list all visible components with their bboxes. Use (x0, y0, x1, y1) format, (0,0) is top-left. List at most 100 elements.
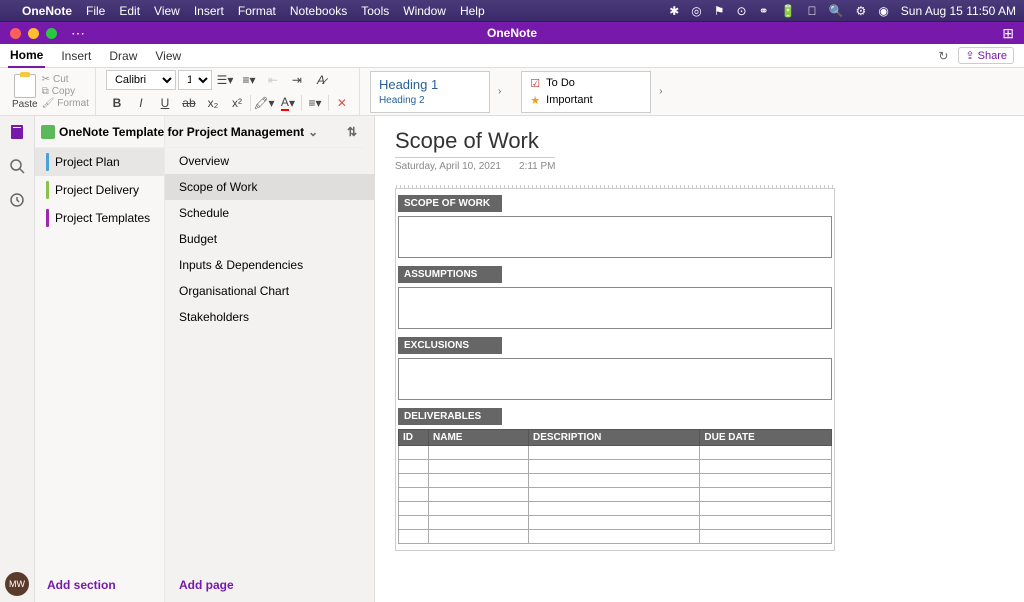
menu-tools[interactable]: Tools (361, 4, 389, 18)
table-cell[interactable] (529, 446, 700, 460)
status-icon[interactable]: ⊙ (737, 4, 747, 18)
delete-button[interactable]: ✕ (331, 93, 353, 113)
table-row[interactable] (399, 530, 832, 544)
table-cell[interactable] (399, 530, 429, 544)
highlight-button[interactable]: 🖍▾ (253, 93, 275, 113)
notebooks-icon[interactable] (7, 122, 27, 142)
sync-icon[interactable]: ↻ (938, 49, 948, 63)
table-cell[interactable] (429, 502, 529, 516)
copy-button[interactable]: ⧉Copy (42, 86, 89, 97)
table-cell[interactable] (700, 446, 832, 460)
siri-icon[interactable]: ◉ (878, 4, 888, 18)
page-canvas[interactable]: Scope of Work Saturday, April 10, 2021 2… (375, 116, 1024, 602)
section-item[interactable]: Project Plan (35, 148, 164, 176)
table-row[interactable] (399, 460, 832, 474)
tab-insert[interactable]: Insert (59, 45, 93, 67)
tab-view[interactable]: View (153, 45, 183, 67)
table-cell[interactable] (700, 460, 832, 474)
table-cell[interactable] (529, 502, 700, 516)
cut-button[interactable]: ✂Cut (42, 74, 89, 85)
superscript-button[interactable]: x² (226, 93, 248, 113)
note-container[interactable]: SCOPE OF WORK ASSUMPTIONS EXCLUSIONS DEL… (395, 188, 835, 551)
table-row[interactable] (399, 474, 832, 488)
table-cell[interactable] (399, 488, 429, 502)
clear-format-button[interactable]: A̷ (310, 70, 332, 90)
table-row[interactable] (399, 502, 832, 516)
italic-button[interactable]: I (130, 93, 152, 113)
table-row[interactable] (399, 516, 832, 530)
table-cell[interactable] (429, 474, 529, 488)
tab-draw[interactable]: Draw (107, 45, 139, 67)
menu-file[interactable]: File (86, 4, 105, 18)
strikethrough-button[interactable]: ab (178, 93, 200, 113)
panel-icon[interactable]: ⊞ (1002, 25, 1014, 42)
table-cell[interactable] (700, 488, 832, 502)
font-family-select[interactable]: Calibri (106, 70, 176, 90)
maximize-window-button[interactable] (46, 28, 57, 39)
menu-view[interactable]: View (154, 4, 180, 18)
numbering-button[interactable]: ≡▾ (238, 70, 260, 90)
styles-gallery[interactable]: Heading 1 Heading 2 (370, 71, 490, 113)
table-cell[interactable] (529, 460, 700, 474)
menu-format[interactable]: Format (238, 4, 276, 18)
page-item[interactable]: Organisational Chart (165, 278, 374, 304)
clock[interactable]: Sun Aug 15 11:50 AM (901, 4, 1016, 18)
table-cell[interactable] (529, 516, 700, 530)
app-name[interactable]: OneNote (22, 4, 72, 18)
table-cell[interactable] (700, 530, 832, 544)
status-icon[interactable]: ⚑ (714, 4, 725, 18)
font-color-button[interactable]: A▾ (277, 93, 299, 113)
add-page-button[interactable]: Add page (165, 568, 374, 602)
underline-button[interactable]: U (154, 93, 176, 113)
menu-insert[interactable]: Insert (194, 4, 224, 18)
page-item[interactable]: Overview (165, 148, 374, 174)
avatar[interactable]: MW (5, 572, 29, 596)
search-icon[interactable] (7, 156, 27, 176)
notebook-selector[interactable]: OneNote Template for Project Management … (35, 116, 365, 148)
table-cell[interactable] (700, 474, 832, 488)
indent-button[interactable]: ⇥ (286, 70, 308, 90)
wifi-icon[interactable]: 􀙇 (808, 4, 817, 18)
outdent-button[interactable]: ⇤ (262, 70, 284, 90)
table-row[interactable] (399, 488, 832, 502)
format-painter-button[interactable]: 🖌Format (42, 98, 89, 109)
menu-window[interactable]: Window (403, 4, 446, 18)
exclusions-textbox[interactable] (398, 358, 832, 400)
close-window-button[interactable] (10, 28, 21, 39)
bluetooth-icon[interactable]: ⚭ (759, 4, 769, 18)
table-cell[interactable] (529, 488, 700, 502)
table-cell[interactable] (429, 516, 529, 530)
table-cell[interactable] (399, 474, 429, 488)
bold-button[interactable]: B (106, 93, 128, 113)
table-row[interactable] (399, 446, 832, 460)
page-item[interactable]: Budget (165, 226, 374, 252)
table-cell[interactable] (700, 502, 832, 516)
table-cell[interactable] (399, 502, 429, 516)
table-cell[interactable] (399, 516, 429, 530)
more-icon[interactable]: ⋯ (71, 25, 87, 42)
menu-help[interactable]: Help (460, 4, 485, 18)
section-item[interactable]: Project Templates (35, 204, 164, 232)
battery-icon[interactable]: 🔋 (781, 4, 796, 18)
tab-home[interactable]: Home (8, 44, 45, 68)
styles-expand-icon[interactable]: › (494, 86, 505, 97)
page-title[interactable]: Scope of Work (395, 128, 555, 158)
tags-gallery[interactable]: ☑To Do ★Important (521, 71, 651, 113)
table-cell[interactable] (429, 446, 529, 460)
recent-icon[interactable] (7, 190, 27, 210)
page-item[interactable]: Scope of Work (165, 174, 374, 200)
scope-textbox[interactable] (398, 216, 832, 258)
table-cell[interactable] (529, 530, 700, 544)
sort-icon[interactable]: ⇅ (347, 125, 357, 139)
assumptions-textbox[interactable] (398, 287, 832, 329)
spotlight-icon[interactable]: 🔍 (829, 4, 844, 18)
table-cell[interactable] (399, 460, 429, 474)
table-cell[interactable] (399, 446, 429, 460)
font-size-select[interactable]: 11 (178, 70, 212, 90)
section-item[interactable]: Project Delivery (35, 176, 164, 204)
status-icon[interactable]: ◎ (691, 4, 701, 18)
table-cell[interactable] (429, 530, 529, 544)
page-item[interactable]: Stakeholders (165, 304, 374, 330)
paste-button[interactable]: Paste (12, 74, 38, 110)
page-item[interactable]: Schedule (165, 200, 374, 226)
